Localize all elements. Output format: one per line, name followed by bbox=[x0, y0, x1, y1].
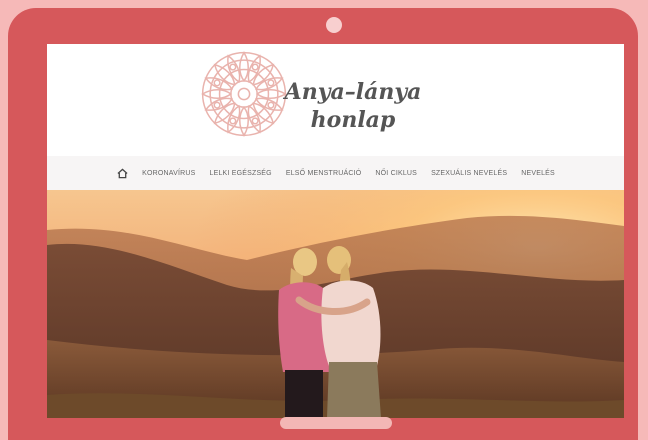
nav-item-neveles[interactable]: NEVELÉS bbox=[521, 170, 555, 177]
nav-item-koronavirus[interactable]: KORONAVÍRUS bbox=[142, 170, 195, 177]
tablet-frame: Anya–lánya honlap KORONAVÍRUS LELKI EGÉS… bbox=[8, 8, 638, 440]
nav-item-elso-menstruacio[interactable]: ELSŐ MENSTRUÁCIÓ bbox=[286, 170, 362, 177]
nav-item-noi-ciklus[interactable]: NŐI CIKLUS bbox=[375, 170, 417, 177]
site-logo[interactable]: Anya–lánya honlap bbox=[263, 78, 443, 134]
home-icon[interactable] bbox=[116, 167, 128, 179]
site-header: Anya–lánya honlap bbox=[47, 44, 624, 156]
tablet-home-button[interactable] bbox=[280, 417, 392, 429]
nav-item-szexualis-neveles[interactable]: SZEXUÁLIS NEVELÉS bbox=[431, 170, 507, 177]
logo-line-2: honlap bbox=[310, 107, 396, 133]
logo-line-1: Anya–lánya bbox=[284, 79, 422, 105]
main-navigation: KORONAVÍRUS LELKI EGÉSZSÉG ELSŐ MENSTRUÁ… bbox=[47, 156, 624, 190]
hero-image bbox=[47, 190, 624, 418]
nav-item-lelki-egeszseg[interactable]: LELKI EGÉSZSÉG bbox=[210, 170, 272, 177]
camera-icon bbox=[326, 17, 342, 33]
website-screen: Anya–lánya honlap KORONAVÍRUS LELKI EGÉS… bbox=[47, 44, 624, 418]
